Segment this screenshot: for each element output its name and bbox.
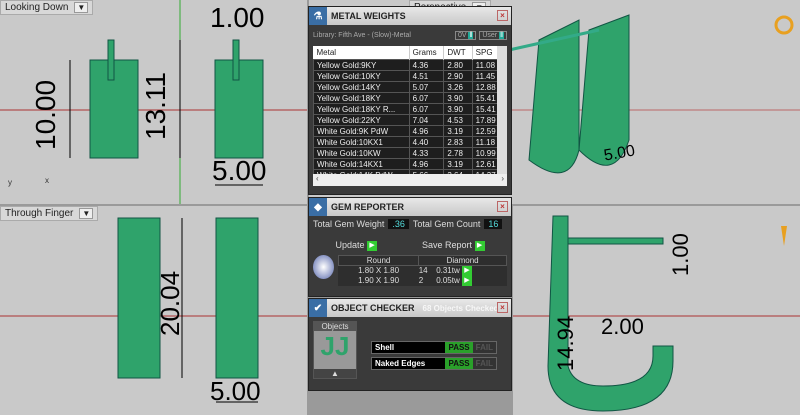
gem-reporter-panel: ◆ GEM REPORTER × Total Gem Weight .36 Total… — [308, 197, 512, 297]
viewport-looking-down[interactable]: y x Looking Down ▼ 1.00 10.00 13.11 5.00 — [0, 0, 307, 204]
side-view-drawing — [513, 215, 800, 412]
cell: Yellow Gold:9KY — [313, 59, 410, 71]
cell: 4.96 — [408, 158, 445, 170]
toggle-user[interactable]: User ǁ — [479, 31, 507, 40]
cell: 4.40 — [408, 136, 445, 148]
expand-button[interactable]: ▲ — [314, 369, 356, 378]
close-icon[interactable]: × — [497, 302, 508, 313]
table-row[interactable]: Yellow Gold:14KY 5.07 3.26 12.88 — [313, 81, 504, 93]
save-report-button[interactable]: Save Report ▶ — [422, 240, 485, 251]
objects-thumbnail[interactable]: Objects JJ ▲ — [313, 321, 357, 379]
dim-label: 5.00 — [212, 155, 267, 186]
finger-view-drawing — [0, 217, 307, 403]
check-shell: Shell PASS FAIL — [371, 341, 497, 354]
table-row[interactable]: Yellow Gold:18KY R... 6.07 3.90 15.41 — [313, 103, 504, 115]
cell: 6.07 — [408, 103, 445, 115]
metal-weights-panel: ⚗ METAL WEIGHTS × Library: Fifth Ave - (Sl… — [308, 6, 512, 195]
cell: 2.83 — [443, 136, 473, 148]
gem-row: 1.80 X 1.80 14 0.31tw ▶ — [338, 265, 506, 276]
toggle-0v[interactable]: 0V ǁ — [454, 31, 477, 40]
svg-text:y: y — [8, 178, 12, 187]
flask-icon: ⚗ — [309, 7, 327, 25]
table-row[interactable]: White Gold:9K PdW 4.96 3.19 12.59 — [313, 125, 504, 137]
cell: Yellow Gold:18KY R... — [313, 103, 410, 115]
horizontal-scrollbar[interactable]: ‹ › — [313, 174, 507, 186]
cell: 2.80 — [443, 59, 473, 71]
checkmark-icon: ✔ — [309, 299, 327, 317]
dim-label: 1.00 — [210, 2, 265, 33]
cell: White Gold:10KW — [313, 147, 410, 159]
table-row[interactable]: Yellow Gold:22KY 7.04 4.53 17.89 — [313, 114, 504, 126]
cell: 5.07 — [408, 81, 445, 93]
gem-icon: ◆ — [309, 198, 327, 216]
dim-label: 5.00 — [210, 376, 261, 406]
metal-table: Metal Grams DWT SPG Yellow Gold:9KY 4.36 2.80 1… — [313, 46, 504, 181]
cell: 2.78 — [443, 147, 473, 159]
dim-label: 2.00 — [601, 314, 644, 339]
dim-label: 20.04 — [155, 270, 185, 336]
table-row[interactable]: Yellow Gold:10KY 4.51 2.90 11.45 — [313, 70, 504, 82]
cell: Yellow Gold:10KY — [313, 70, 410, 82]
objects-preview: JJ — [314, 331, 356, 369]
cell: 7.04 — [408, 114, 445, 126]
cell: 4.36 — [408, 59, 445, 71]
dim-label: 14.94 — [553, 315, 578, 371]
chevron-down-icon[interactable]: ▼ — [74, 2, 89, 13]
cell: 3.19 — [443, 125, 473, 137]
cell: 6.07 — [408, 92, 445, 104]
cell: 4.53 — [443, 114, 473, 126]
cell: Yellow Gold:22KY — [313, 114, 410, 126]
table-row[interactable]: White Gold:14KX1 4.96 3.19 12.61 — [313, 158, 504, 170]
cell: 4.96 — [408, 125, 445, 137]
object-checker-panel: ✔ OBJECT CHECKER 68 Objects Checked × Objec… — [308, 298, 512, 391]
select-gems-button[interactable]: ▶ — [462, 275, 472, 286]
total-gem-count: 16 — [484, 219, 503, 229]
cell: 4.33 — [408, 147, 445, 159]
gem-table: Round Diamond 1.80 X 1.80 14 0.31tw ▶ 1.90 … — [337, 254, 507, 286]
ring-model-right — [215, 217, 259, 379]
column-header[interactable]: Grams — [409, 46, 445, 60]
check-naked-edges: Naked Edges PASS FAIL — [371, 357, 497, 370]
cell: 3.19 — [443, 158, 473, 170]
cell: White Gold:9K PdW — [313, 125, 410, 137]
cell: 3.90 — [443, 103, 473, 115]
table-row[interactable]: White Gold:10KX1 4.40 2.83 11.18 — [313, 136, 504, 148]
ring-logo-icon — [781, 226, 787, 246]
viewport-label[interactable]: Looking Down ▼ — [0, 0, 94, 15]
cell: Yellow Gold:14KY — [313, 81, 410, 93]
column-header[interactable]: DWT — [443, 46, 473, 60]
viewport-label[interactable]: Through Finger ▼ — [0, 206, 99, 221]
close-icon[interactable]: × — [497, 201, 508, 212]
dim-label: 13.11 — [140, 72, 171, 140]
chevron-down-icon[interactable]: ▼ — [79, 208, 94, 219]
total-gem-weight: .36 — [388, 219, 409, 229]
cell: Yellow Gold:18KY — [313, 92, 410, 104]
table-row[interactable]: Yellow Gold:18KY 6.07 3.90 15.41 — [313, 92, 504, 104]
cell: 3.90 — [443, 92, 473, 104]
cell: 3.26 — [443, 81, 473, 93]
dim-label: 10.00 — [30, 79, 61, 150]
gem-row: 1.90 X 1.90 2 0.05tw ▶ — [338, 275, 506, 286]
cell: White Gold:14KX1 — [313, 158, 410, 170]
svg-text:x: x — [45, 176, 49, 185]
table-row[interactable]: White Gold:10KW 4.33 2.78 10.99 — [313, 147, 504, 159]
vertical-scrollbar[interactable] — [497, 46, 507, 174]
viewport-through-finger[interactable]: Through Finger ▼ 20.04 5.00 — [0, 206, 307, 415]
cell: 4.51 — [408, 70, 445, 82]
viewport-right[interactable]: 1.00 14.94 2.00 — [513, 206, 800, 415]
column-header[interactable]: Metal — [313, 46, 410, 60]
update-button[interactable]: Update ▶ — [335, 240, 378, 251]
round-gem-icon — [313, 254, 334, 279]
cell: 2.90 — [443, 70, 473, 82]
ring-logo-icon — [774, 15, 794, 35]
cell: White Gold:10KX1 — [313, 136, 410, 148]
select-gems-button[interactable]: ▶ — [462, 265, 472, 276]
close-icon[interactable]: × — [497, 10, 508, 21]
ring-model-left — [117, 217, 161, 379]
dim-label: 1.00 — [668, 233, 693, 276]
table-row[interactable]: Yellow Gold:9KY 4.36 2.80 11.08 — [313, 59, 504, 71]
